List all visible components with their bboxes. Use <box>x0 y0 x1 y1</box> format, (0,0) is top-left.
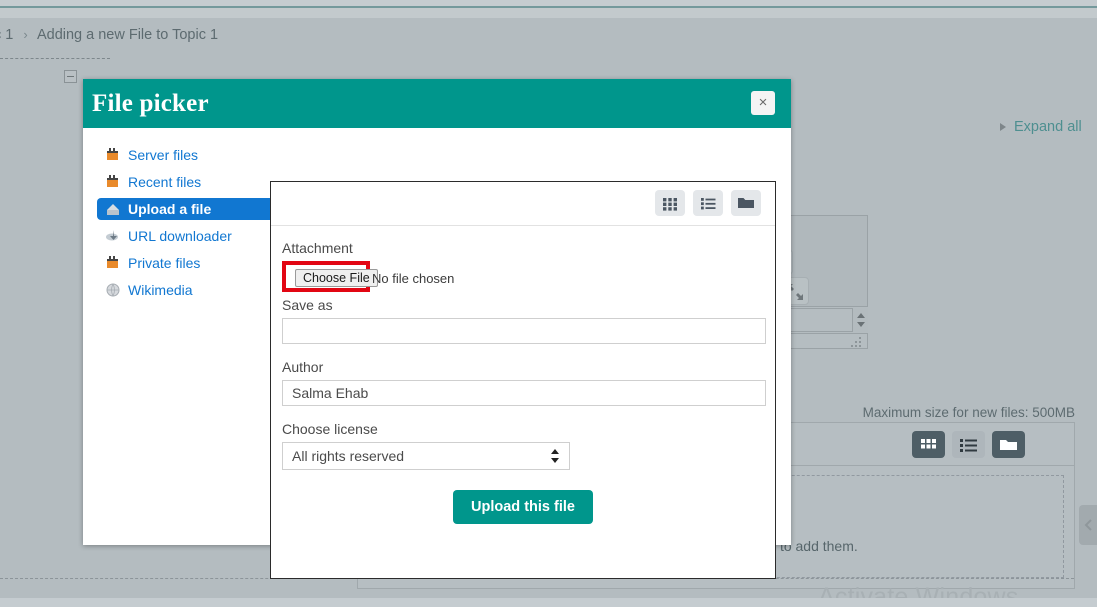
sidebar-item-label: Upload a file <box>128 201 212 217</box>
breadcrumb-separator: › <box>23 27 28 42</box>
background-list-view-button[interactable] <box>952 431 985 458</box>
screen: c 1 › Adding a new File to Topic 1 Expan… <box>0 0 1097 607</box>
grid-view-button[interactable] <box>655 190 685 216</box>
sidebar-item-server-files[interactable]: Server files <box>97 144 277 166</box>
sidebar-item-url-downloader[interactable]: URL downloader <box>97 225 277 247</box>
sidebar-item-label: Recent files <box>128 174 202 190</box>
dialog-title: File picker <box>92 89 209 117</box>
submit-row: Upload this file <box>282 490 764 524</box>
triangle-right-icon <box>1000 123 1006 131</box>
private-files-icon <box>105 255 121 271</box>
save-as-input[interactable] <box>282 318 766 344</box>
file-picker-nav: Server files Recent files Upload a file … <box>97 144 277 306</box>
sidebar-item-label: Server files <box>128 147 199 163</box>
sidebar-item-upload-a-file[interactable]: Upload a file <box>97 198 277 220</box>
sidebar-item-label: URL downloader <box>128 228 232 244</box>
upload-this-file-button[interactable]: Upload this file <box>453 490 593 524</box>
license-select[interactable]: All rights reserved <box>282 442 570 470</box>
collapse-section-icon[interactable] <box>64 70 77 83</box>
author-label: Author <box>282 359 324 375</box>
resize-grip-icon[interactable] <box>851 337 863 347</box>
grid-icon <box>921 439 936 449</box>
upload-form: Attachment Choose File No file chosen Sa… <box>271 226 775 524</box>
tree-view-button[interactable] <box>731 190 761 216</box>
sidebar-item-label: Private files <box>128 255 201 271</box>
browser-bottom-strip <box>0 598 1097 607</box>
dialog-header: File picker × <box>83 79 791 128</box>
sidebar-item-wikimedia[interactable]: Wikimedia <box>97 279 277 301</box>
author-input[interactable] <box>282 380 766 406</box>
breadcrumb: c 1 › Adding a new File to Topic 1 <box>0 27 594 47</box>
grid-icon <box>663 198 677 211</box>
background-tree-view-button[interactable] <box>992 431 1025 458</box>
folder-icon <box>738 198 754 208</box>
breadcrumb-current: Adding a new File to Topic 1 <box>36 27 219 43</box>
side-panel-toggle[interactable] <box>1079 505 1097 545</box>
close-icon[interactable]: × <box>751 91 775 115</box>
url-downloader-icon <box>105 228 121 244</box>
section-dashed-divider <box>0 58 110 59</box>
choose-license-label: Choose license <box>282 421 378 437</box>
expand-all-link[interactable]: Expand all <box>1014 119 1082 135</box>
sidebar-item-label: Wikimedia <box>128 282 193 298</box>
background-spinner[interactable] <box>852 308 868 332</box>
attachment-label: Attachment <box>282 240 353 256</box>
list-view-button[interactable] <box>693 190 723 216</box>
wikimedia-icon <box>105 282 121 298</box>
breadcrumb-parent[interactable]: c 1 <box>0 27 13 43</box>
file-picker-toolbar <box>271 182 775 226</box>
list-icon <box>960 439 977 452</box>
server-files-icon <box>105 147 121 163</box>
choose-file-button[interactable]: Choose File <box>295 269 378 287</box>
no-file-chosen-text: No file chosen <box>372 271 455 286</box>
upload-icon <box>105 201 121 217</box>
file-picker-dialog: File picker × Server files Recent files … <box>83 79 791 579</box>
save-as-label: Save as <box>282 297 333 313</box>
sidebar-item-recent-files[interactable]: Recent files <box>97 171 277 193</box>
license-select-wrapper: All rights reserved <box>282 442 570 470</box>
list-icon <box>701 198 716 210</box>
folder-icon <box>1000 440 1017 450</box>
attachment-row: Choose File No file chosen <box>282 261 764 292</box>
dialog-body: Server files Recent files Upload a file … <box>83 128 791 579</box>
page-header-strip <box>0 8 1097 18</box>
file-picker-pane: Attachment Choose File No file chosen Sa… <box>270 181 776 579</box>
chevron-left-icon <box>1084 519 1092 531</box>
sidebar-item-private-files[interactable]: Private files <box>97 252 277 274</box>
background-grid-view-button[interactable] <box>912 431 945 458</box>
recent-files-icon <box>105 174 121 190</box>
